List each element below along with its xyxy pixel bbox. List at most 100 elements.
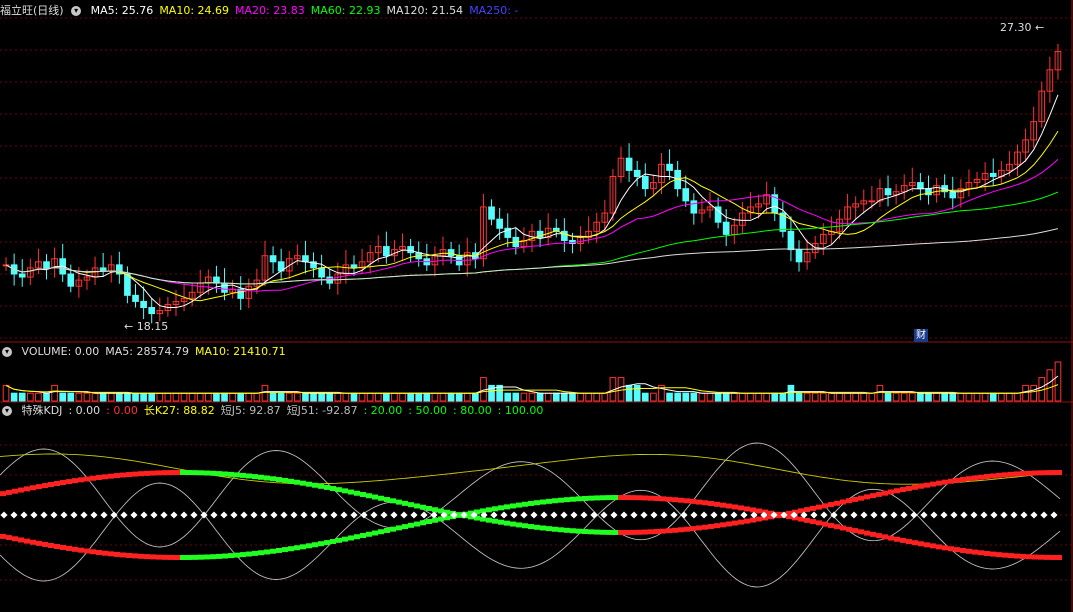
volume-bar — [124, 392, 131, 402]
kdj-step-upper — [354, 490, 360, 496]
kdj-step-upper — [930, 481, 936, 487]
kdj-step-upper — [486, 517, 492, 523]
volume-bar — [601, 392, 609, 402]
finance-badge[interactable]: 财 — [914, 329, 928, 342]
kdj-midline-marker — [950, 511, 958, 519]
kdj-step-upper — [324, 484, 330, 490]
kdj-step-lower — [576, 496, 582, 502]
kdj-midline-marker — [60, 511, 68, 519]
volume-bar — [989, 392, 997, 402]
stock-chart[interactable]: 27.30 ← ← 18.15 — [0, 0, 1073, 612]
volume-bar — [957, 392, 965, 402]
volume-bar — [59, 392, 67, 402]
kdj-step-lower — [612, 495, 618, 501]
kdj-midline-marker — [280, 511, 288, 519]
kdj-step-upper — [360, 491, 366, 497]
kdj-midline-marker — [870, 511, 878, 519]
kdj-step-upper — [672, 527, 678, 533]
kdj-midline-marker — [40, 511, 48, 519]
volume-bar — [350, 392, 358, 402]
kdj-step-lower — [552, 498, 558, 504]
volume-bar — [366, 392, 374, 402]
volume-bar — [342, 392, 350, 402]
kdj-step-lower — [282, 547, 288, 553]
kdj-step-upper — [636, 529, 642, 535]
kdj-midline-marker — [80, 511, 88, 519]
kdj-midline-marker — [120, 511, 128, 519]
kdj-step-lower — [6, 535, 12, 541]
kdj-step-upper — [420, 504, 426, 510]
volume-bar — [423, 392, 431, 402]
kdj-midline-marker — [1040, 511, 1048, 519]
kdj-step-upper — [978, 474, 984, 480]
kdj-step-lower — [684, 498, 690, 504]
kdj-step-upper — [342, 488, 348, 494]
kdj-step-upper — [726, 521, 732, 527]
volume-bar — [447, 392, 455, 402]
kdj-step-lower — [804, 517, 810, 523]
candle-body — [213, 276, 220, 284]
ma-line-10 — [5, 130, 1059, 302]
candle-body — [989, 172, 997, 177]
kdj-step-upper — [828, 502, 834, 508]
kdj-step-upper — [390, 498, 396, 504]
kdj-step-lower — [204, 554, 210, 560]
kdj-step-upper — [738, 519, 744, 525]
candle-body — [682, 188, 690, 202]
kdj-step-lower — [918, 541, 924, 547]
volume-bar — [415, 392, 423, 402]
kdj-step-upper — [48, 482, 54, 488]
kdj-step-upper — [150, 470, 156, 476]
kdj-step-lower — [354, 534, 360, 540]
kdj-step-upper — [90, 475, 96, 481]
kdj-step-upper — [240, 472, 246, 478]
kdj-step-lower — [984, 550, 990, 556]
kdj-step-upper — [942, 479, 948, 485]
volume-bar — [933, 392, 940, 402]
volume-bar — [981, 392, 989, 402]
candle-body — [148, 307, 156, 315]
kdj-step-upper — [60, 480, 66, 486]
kdj-step-upper — [924, 482, 930, 488]
kdj-midline-marker — [10, 511, 18, 519]
kdj-step-lower — [1056, 554, 1062, 560]
kdj-step-upper — [750, 517, 756, 523]
kdj-midline-marker — [110, 511, 118, 519]
volume-bar — [1046, 369, 1054, 402]
kdj-midline-marker — [370, 511, 378, 519]
kdj-step-lower — [852, 528, 858, 534]
candle-body — [67, 273, 75, 287]
kdj-midline-marker — [980, 511, 988, 519]
kdj-midline-marker — [0, 511, 8, 519]
kdj-step-upper — [504, 520, 510, 526]
kdj-step-lower — [102, 550, 108, 556]
kdj-midline-marker — [1010, 511, 1018, 519]
kdj-step-upper — [714, 523, 720, 529]
kdj-step-upper — [204, 470, 210, 476]
kdj-step-lower — [312, 542, 318, 548]
kdj-step-upper — [12, 488, 18, 494]
kdj-step-upper — [258, 474, 264, 480]
kdj-step-upper — [702, 524, 708, 530]
volume-bar — [148, 392, 156, 402]
kdj-step-upper — [306, 481, 312, 487]
kdj-step-upper — [618, 529, 624, 535]
kdj-step-lower — [534, 500, 540, 506]
kdj-midline-marker — [650, 511, 658, 519]
volume-bar — [973, 392, 981, 402]
volume-bar — [310, 392, 317, 402]
kdj-step-lower — [252, 550, 258, 556]
kdj-step-lower — [702, 500, 708, 506]
short-j51-line — [0, 482, 1061, 588]
candle-body — [641, 175, 649, 190]
volume-bar — [10, 392, 18, 402]
kdj-step-lower — [222, 553, 228, 559]
kdj-midline-marker — [330, 511, 338, 519]
kdj-step-lower — [924, 542, 930, 548]
kdj-step-lower — [582, 495, 588, 501]
volume-bar — [722, 392, 730, 402]
kdj-step-lower — [180, 554, 186, 560]
volume-bar — [803, 392, 811, 402]
kdj-step-lower — [648, 495, 654, 501]
kdj-midline-marker — [100, 511, 108, 519]
